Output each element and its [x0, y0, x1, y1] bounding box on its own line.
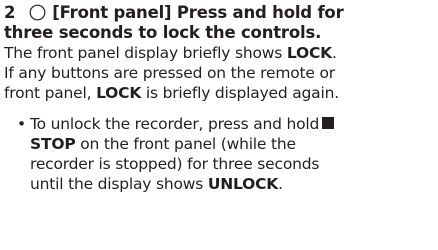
lock-keyword-2: LOCK: [96, 84, 142, 102]
circle-button-icon: [29, 4, 46, 21]
desc-line1-text: The front panel display briefly shows: [4, 44, 287, 62]
desc-line2: If any buttons are pressed on the remote…: [4, 64, 335, 82]
lock-keyword: LOCK: [286, 44, 332, 62]
unlock-bullet: • To unlock the recorder, press and hold…: [4, 114, 436, 194]
bullet-line4-text: until the display shows: [30, 175, 208, 193]
bullet-line2-text: on the front panel (while the: [75, 135, 296, 153]
instruction-section: 2 [Front panel] Press and hold for three …: [4, 0, 436, 250]
desc-line3-text: front panel,: [4, 84, 97, 102]
desc-line1-end: .: [331, 44, 337, 62]
desc-line3-end: is briefly displayed again.: [141, 84, 339, 102]
unlock-keyword: UNLOCK: [207, 175, 279, 193]
description-paragraph: The front panel display briefly shows LO…: [4, 43, 436, 103]
step-text-line2: three seconds to lock the controls.: [4, 23, 322, 42]
bullet-line1: To unlock the recorder, press and hold: [30, 115, 320, 133]
stop-square-icon: [322, 117, 335, 129]
stop-keyword: STOP: [30, 135, 76, 153]
step-text-line1: [Front panel] Press and hold for: [52, 3, 344, 22]
bullet-line4-end: .: [278, 175, 283, 193]
bullet-dot: •: [17, 115, 26, 133]
step-heading: 2 [Front panel] Press and hold for three …: [4, 0, 436, 43]
step-number: 2: [4, 3, 16, 22]
bullet-line3: recorder is stopped) for three seconds: [30, 155, 320, 173]
